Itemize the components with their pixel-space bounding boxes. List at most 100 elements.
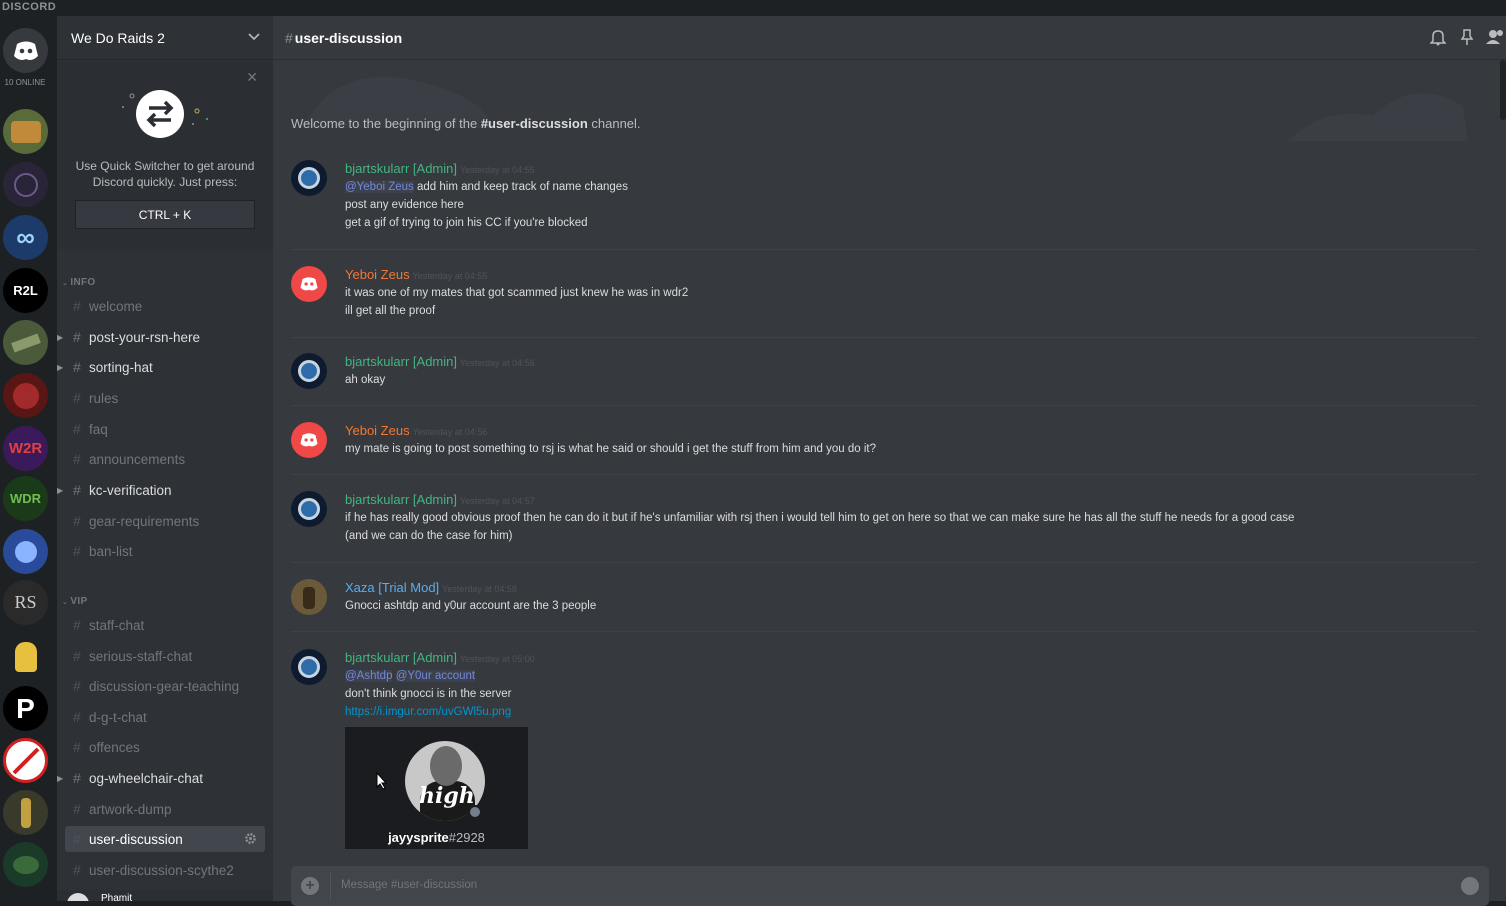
discord-logo-icon bbox=[13, 41, 38, 60]
scrollbar[interactable] bbox=[1500, 60, 1506, 120]
channel-label: post-your-rsn-here bbox=[89, 329, 201, 345]
message-text: ah okay bbox=[345, 374, 386, 386]
quick-switcher-tip: ✕ Use Quick Switcher to get around Disco… bbox=[57, 61, 273, 249]
emoji-icon[interactable] bbox=[1461, 877, 1479, 895]
channel-ban-list[interactable]: # ban-list bbox=[65, 538, 265, 564]
channel-discussion-gear-teaching[interactable]: # discussion-gear-teaching bbox=[65, 673, 265, 699]
server-icon-dragon[interactable] bbox=[3, 320, 48, 365]
channel-faq[interactable]: # faq bbox=[65, 416, 265, 442]
server-icon-wdr[interactable]: WDR bbox=[3, 476, 48, 521]
home-button[interactable] bbox=[3, 28, 48, 73]
user-mention[interactable]: @Ashtdp bbox=[345, 670, 393, 682]
message-timestamp: Yesterday at 04:56 bbox=[459, 358, 535, 368]
avatar[interactable] bbox=[291, 649, 327, 685]
server-icon-rs[interactable]: RS bbox=[3, 580, 48, 625]
avatar[interactable] bbox=[291, 579, 327, 615]
avatar[interactable] bbox=[67, 893, 89, 901]
message-author[interactable]: bjartskularr [Admin] bbox=[345, 492, 457, 507]
message-author[interactable]: bjartskularr [Admin] bbox=[345, 161, 457, 176]
embedded-image[interactable]: high jayysprite#2928 bbox=[345, 727, 528, 849]
channel-user-discussion-scythe2[interactable]: # user-discussion-scythe2 bbox=[65, 857, 265, 883]
message-author[interactable]: bjartskularr [Admin] bbox=[345, 650, 457, 665]
channel-artwork-dump[interactable]: # artwork-dump bbox=[65, 796, 265, 822]
message: bjartskularr [Admin] Yesterday at 05:00 @… bbox=[291, 649, 1477, 849]
welcome-suffix: channel. bbox=[587, 116, 641, 131]
user-mention[interactable]: @Yeboi Zeus bbox=[345, 181, 414, 193]
channel-serious-staff-chat[interactable]: # serious-staff-chat bbox=[65, 643, 265, 669]
server-icon-chest[interactable] bbox=[3, 109, 48, 154]
gear-icon[interactable] bbox=[244, 832, 257, 845]
server-icon-figure[interactable] bbox=[3, 790, 48, 835]
upload-plus-icon[interactable]: + bbox=[301, 877, 319, 895]
channel-label: kc-verification bbox=[89, 482, 172, 498]
message-author[interactable]: Yeboi Zeus bbox=[345, 423, 410, 438]
avatar[interactable] bbox=[291, 266, 327, 302]
server-icon-red[interactable] bbox=[3, 373, 48, 418]
server-icon-w2r[interactable]: W2R bbox=[3, 426, 48, 471]
quick-switcher-line2: Discord quickly. Just press: bbox=[92, 175, 238, 189]
server-icon-guild[interactable] bbox=[3, 162, 48, 207]
server-icon-no[interactable] bbox=[3, 738, 48, 783]
quick-switcher-arrows-icon bbox=[122, 90, 208, 138]
unread-indicator-icon: ▶ bbox=[57, 773, 64, 783]
channel-label: user-discussion-scythe2 bbox=[89, 862, 234, 878]
channel-label: serious-staff-chat bbox=[89, 648, 193, 664]
close-icon[interactable]: ✕ bbox=[246, 69, 258, 86]
channel-d-g-t-chat[interactable]: # d-g-t-chat bbox=[65, 704, 265, 730]
category-info[interactable]: ⌄ INFO bbox=[62, 277, 96, 288]
avatar[interactable] bbox=[291, 353, 327, 389]
server-icon-blue[interactable] bbox=[3, 529, 48, 574]
locked-hash-icon: # bbox=[73, 770, 81, 786]
channel-post-your-rsn-here[interactable]: ▶ # post-your-rsn-here bbox=[57, 324, 265, 350]
members-icon[interactable] bbox=[1485, 28, 1505, 46]
channel-label: d-g-t-chat bbox=[89, 709, 147, 725]
pin-icon[interactable] bbox=[1460, 28, 1474, 46]
channel-label: staff-chat bbox=[89, 617, 145, 633]
discord-logo-icon bbox=[300, 277, 318, 291]
message-timestamp: Yesterday at 04:58 bbox=[442, 584, 517, 594]
locked-hash-icon: # bbox=[73, 801, 81, 817]
channel-welcome[interactable]: # welcome bbox=[65, 293, 265, 319]
message-text: add him and keep track of name changes bbox=[413, 181, 628, 193]
rs-label: RS bbox=[14, 592, 37, 612]
channel-rules[interactable]: # rules bbox=[65, 385, 265, 411]
channel-gear-requirements[interactable]: # gear-requirements bbox=[65, 508, 265, 534]
channel-announcements[interactable]: # announcements bbox=[65, 446, 265, 472]
message-composer: + Message #user-discussion bbox=[291, 866, 1489, 906]
channel-label: user-discussion bbox=[89, 831, 183, 847]
avatar[interactable] bbox=[291, 160, 327, 196]
hash-icon: # bbox=[73, 359, 81, 375]
server-header[interactable]: We Do Raids 2 bbox=[57, 16, 273, 60]
message-text: (and we can do the case for him) bbox=[345, 530, 513, 542]
channel-welcome-message: Welcome to the beginning of the #user-di… bbox=[291, 116, 641, 131]
server-icon-infinity[interactable]: ∞ bbox=[3, 215, 48, 260]
bell-icon[interactable] bbox=[1430, 28, 1446, 46]
message-author[interactable]: Xaza [Trial Mod] bbox=[345, 580, 439, 595]
message-input[interactable]: Message #user-discussion bbox=[341, 879, 477, 891]
channel-kc-verification[interactable]: ▶ # kc-verification bbox=[57, 477, 265, 503]
channel-label: og-wheelchair-chat bbox=[89, 770, 204, 786]
user-mention[interactable]: @Y0ur account bbox=[395, 670, 476, 682]
channel-staff-chat[interactable]: # staff-chat bbox=[65, 612, 265, 638]
message-link[interactable]: https://i.imgur.com/uvGWl5u.png bbox=[345, 706, 511, 718]
server-name: We Do Raids 2 bbox=[71, 29, 165, 46]
quick-switcher-shortcut[interactable]: CTRL + K bbox=[75, 200, 255, 229]
message: bjartskularr [Admin] Yesterday at 04:57 i… bbox=[291, 491, 1477, 563]
background-decoration bbox=[1288, 93, 1468, 141]
avatar[interactable] bbox=[291, 491, 327, 527]
server-icon-dragon-green[interactable] bbox=[3, 842, 48, 887]
message: Yeboi Zeus Yesterday at 04:55 it was one … bbox=[291, 266, 1477, 338]
channel-offences[interactable]: # offences bbox=[65, 734, 265, 760]
server-icon-helmet[interactable] bbox=[3, 634, 48, 679]
channel-og-wheelchair-chat[interactable]: ▶ # og-wheelchair-chat bbox=[57, 765, 265, 791]
avatar[interactable] bbox=[291, 422, 327, 458]
message-author[interactable]: bjartskularr [Admin] bbox=[345, 354, 457, 369]
channel-sorting-hat[interactable]: ▶ # sorting-hat bbox=[57, 354, 265, 380]
message-author[interactable]: Yeboi Zeus bbox=[345, 267, 410, 282]
channel-user-discussion[interactable]: # user-discussion bbox=[65, 826, 265, 852]
server-icon-p[interactable]: P bbox=[3, 686, 48, 731]
server-icon-r2l[interactable]: R2L bbox=[3, 268, 48, 313]
locked-hash-icon: # bbox=[73, 543, 81, 559]
category-vip[interactable]: ⌄ VIP bbox=[62, 596, 87, 607]
title-bar: DISCORD bbox=[0, 0, 1506, 16]
